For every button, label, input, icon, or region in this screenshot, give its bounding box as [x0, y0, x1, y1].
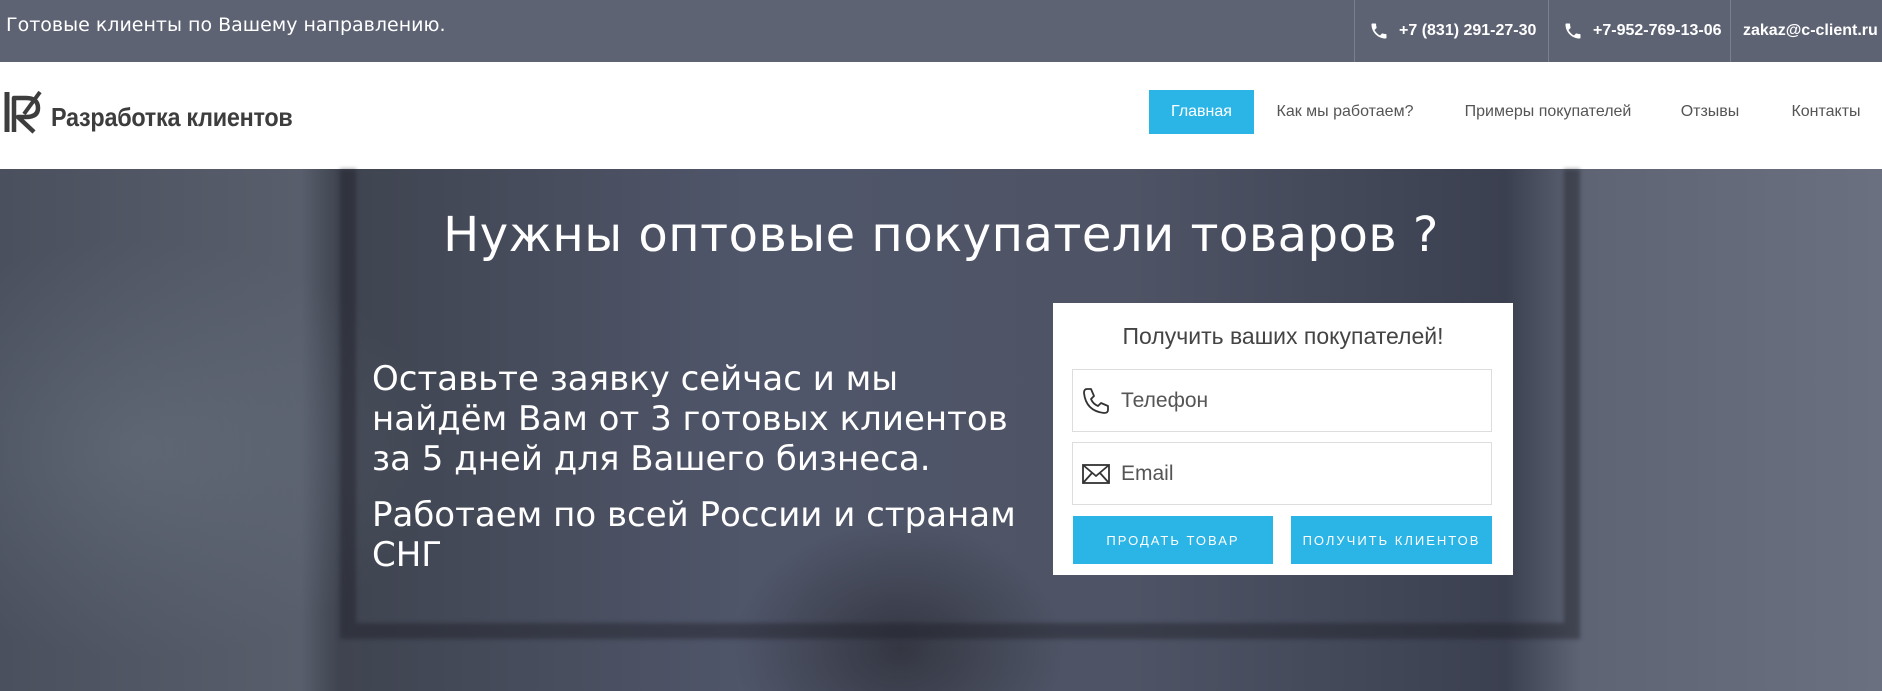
nav-buyer-examples[interactable]: Примеры покупателей [1456, 90, 1640, 134]
email-field[interactable] [1072, 442, 1492, 505]
nav-how-we-work[interactable]: Как мы работаем? [1270, 90, 1420, 134]
phone-contact-2[interactable]: +7-952-769-13-06 [1548, 0, 1730, 62]
form-title: Получить ваших покупателей! [1122, 323, 1444, 349]
logo-icon[interactable] [4, 90, 50, 134]
top-bar: Готовые клиенты по Вашему направлению. +… [0, 0, 1882, 62]
phone-contact-1[interactable]: +7 (831) 291-27-30 [1354, 0, 1548, 62]
email-contact[interactable]: zakaz@c-client.ru [1730, 0, 1882, 62]
lead-form: Получить ваших покупателей! ПРОДАТЬ ТОВА… [1053, 303, 1513, 575]
hero-headline: Нужны оптовые покупатели товаров ? [443, 207, 1439, 263]
hero-sub-text: Работаем по всей России и странам СНГ [372, 495, 1016, 575]
nav-contacts[interactable]: Контакты [1776, 90, 1876, 134]
email-input[interactable] [1121, 461, 1461, 486]
sell-product-button[interactable]: ПРОДАТЬ ТОВАР [1073, 516, 1273, 564]
phone-icon [1083, 387, 1109, 414]
phone-icon [1371, 23, 1387, 39]
phone-number-2[interactable]: +7-952-769-13-06 [1593, 22, 1722, 40]
get-clients-button[interactable]: ПОЛУЧИТЬ КЛИЕНТОВ [1291, 516, 1492, 564]
hero-section: Нужны оптовые покупатели товаров ? Остав… [0, 169, 1882, 691]
nav-home[interactable]: Главная [1149, 90, 1254, 134]
phone-input[interactable] [1121, 388, 1461, 413]
hero-lead-text: Оставьте заявку сейчас и мы найдём Вам о… [372, 359, 1008, 479]
nav-reviews[interactable]: Отзывы [1670, 90, 1750, 134]
phone-field[interactable] [1072, 369, 1492, 432]
envelope-icon [1082, 463, 1110, 484]
tagline: Готовые клиенты по Вашему направлению. [6, 14, 446, 36]
phone-icon [1565, 23, 1581, 39]
site-header: Разработка клиентов Главная Как мы работ… [0, 62, 1882, 169]
brand-name[interactable]: Разработка клиентов [51, 102, 293, 133]
email-link[interactable]: zakaz@c-client.ru [1743, 22, 1878, 40]
phone-number-1[interactable]: +7 (831) 291-27-30 [1399, 22, 1536, 40]
